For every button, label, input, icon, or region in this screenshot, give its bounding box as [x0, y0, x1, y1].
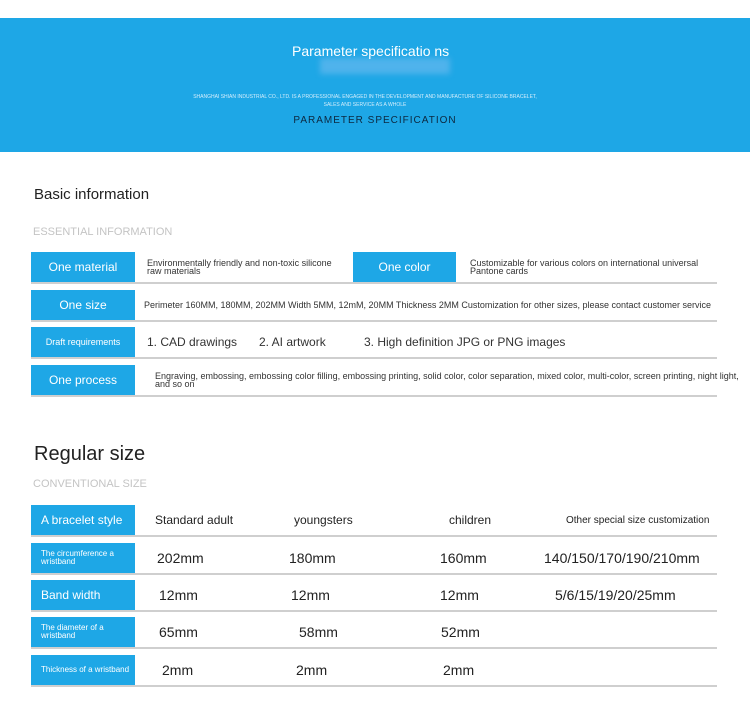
draft-item-ai: 2. AI artwork	[259, 335, 326, 349]
draft-item-cad: 1. CAD drawings	[147, 335, 238, 349]
cell-children: 12mm	[440, 587, 479, 603]
table-row: Band width 12mm 12mm 12mm 5/6/15/19/20/2…	[31, 580, 717, 612]
color-label: One color	[353, 252, 456, 282]
row-label: The diameter of a wristband	[31, 617, 135, 647]
size-value: Perimeter 160MM, 180MM, 202MM Width 5MM,…	[144, 300, 712, 310]
draft-label: Draft requirements	[31, 327, 135, 357]
banner-title: Parameter specificatio ns	[292, 43, 450, 59]
cell-youngsters: 180mm	[289, 550, 336, 566]
cell-adult: 12mm	[159, 587, 198, 603]
header-children: children	[449, 513, 492, 527]
row-label: The circumference a wristband	[31, 543, 135, 573]
process-label: One process	[31, 365, 135, 395]
row-label: Band width	[31, 580, 135, 610]
table-row: Thickness of a wristband 2mm 2mm 2mm	[31, 655, 717, 687]
cell-adult: 65mm	[159, 624, 198, 640]
basic-info-subtitle: ESSENTIAL INFORMATION	[33, 226, 173, 238]
cell-youngsters: 2mm	[296, 662, 328, 678]
basic-info-title: Basic information	[34, 186, 150, 203]
size-label: One size	[31, 290, 135, 320]
material-value: Environmentally friendly and non-toxic s…	[147, 258, 332, 276]
row-label: Thickness of a wristband	[31, 655, 135, 685]
draft-item-images: 3. High definition JPG or PNG images	[364, 335, 566, 349]
cell-children: 160mm	[440, 550, 487, 566]
cell-youngsters: 12mm	[291, 587, 330, 603]
material-color-row: One material Environmentally friendly an…	[31, 252, 717, 284]
blurred-overlay	[320, 58, 450, 74]
cell-other: 5/6/15/19/20/25mm	[555, 587, 676, 603]
cell-youngsters: 58mm	[299, 624, 338, 640]
cell-children: 2mm	[443, 662, 475, 678]
header-other-sizes: Other special size customization	[566, 514, 710, 526]
header-standard-adult: Standard adult	[155, 513, 234, 527]
table-row: The diameter of a wristband 65mm 58mm 52…	[31, 617, 717, 649]
color-value: Customizable for various colors on inter…	[470, 258, 699, 276]
company-description: SHANGHAI SHIAN INDUSTRIAL CO., LTD. IS A…	[193, 94, 537, 108]
material-label: One material	[31, 252, 135, 282]
cell-adult: 202mm	[157, 550, 204, 566]
header-banner: Parameter specificatio ns SHANGHAI SHIAN…	[0, 18, 750, 152]
draft-row: Draft requirements 1. CAD drawings 2. AI…	[31, 327, 717, 359]
cell-other: 140/150/170/190/210mm	[544, 550, 700, 566]
regular-size-title: Regular size	[34, 443, 146, 465]
table-row: The circumference a wristband 202mm 180m…	[31, 543, 717, 575]
style-header-label: A bracelet style	[31, 505, 135, 535]
process-row: One process Engraving, embossing, emboss…	[31, 365, 739, 397]
process-value: Engraving, embossing, embossing color fi…	[155, 371, 739, 389]
cell-children: 52mm	[441, 624, 480, 640]
banner-subtitle: PARAMETER SPECIFICATION	[293, 115, 457, 126]
regular-size-subtitle: CONVENTIONAL SIZE	[33, 478, 147, 490]
size-table-header: A bracelet style Standard adult youngste…	[31, 505, 717, 537]
cell-adult: 2mm	[162, 662, 194, 678]
header-youngsters: youngsters	[294, 513, 353, 527]
size-row: One size Perimeter 160MM, 180MM, 202MM W…	[31, 290, 717, 322]
